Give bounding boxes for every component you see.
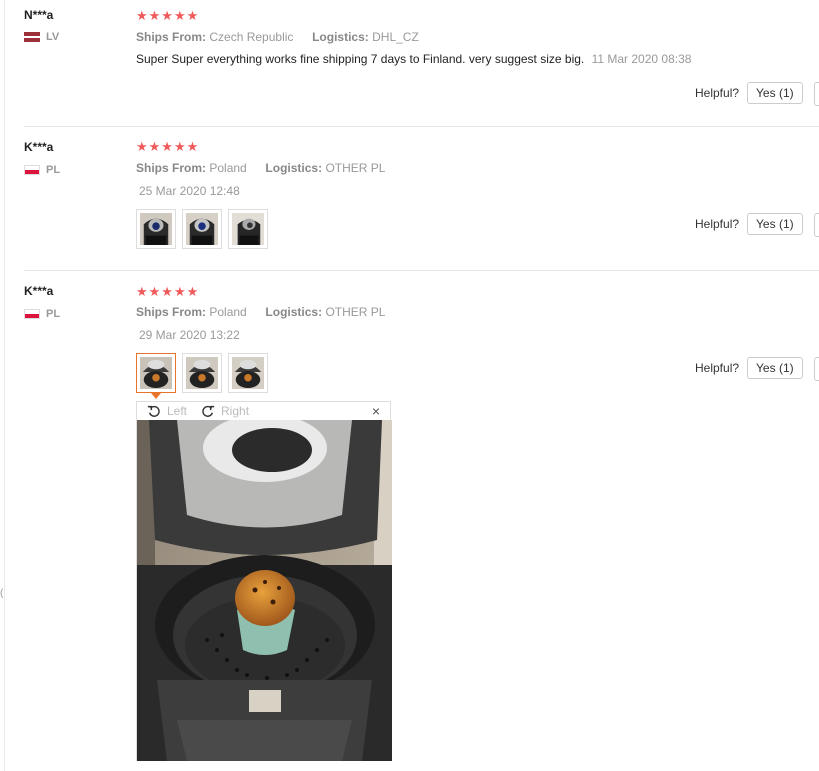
helpful-no-button[interactable] — [814, 357, 819, 381]
poland-flag-icon — [24, 309, 40, 319]
helpful-yes-button[interactable]: Yes (1) — [747, 213, 803, 235]
review-photos — [136, 209, 268, 249]
review-date: 25 Mar 2020 12:48 — [139, 184, 240, 198]
shipping-info: Ships From: Poland Logistics: OTHER PL — [136, 161, 385, 175]
latvia-flag-icon — [24, 32, 40, 42]
review-body: Super Super everything works fine shippi… — [136, 52, 691, 66]
rotate-right-label: Right — [221, 404, 250, 418]
logistics-label: Logistics: — [265, 161, 323, 175]
ships-from-label: Ships From: — [136, 161, 207, 175]
country-code: PL — [46, 164, 61, 176]
ships-from-value: Poland — [209, 305, 247, 319]
review-photo-thumbnail[interactable] — [228, 353, 268, 393]
helpful-yes-button[interactable]: Yes (1) — [747, 82, 803, 104]
rotate-left-icon — [147, 405, 160, 417]
helpful-section: Helpful? Yes (1) — [695, 357, 803, 379]
edge-glyph: ( — [0, 588, 4, 599]
reviewer-name: N***a — [24, 8, 54, 22]
star-rating: ★★★★★ — [136, 8, 200, 23]
review-photo-thumbnail[interactable] — [228, 209, 268, 249]
reviewer-name: K***a — [24, 140, 54, 154]
selected-indicator — [151, 393, 161, 399]
photo-viewer: Left Right × — [136, 401, 392, 761]
review-date: 11 Mar 2020 08:38 — [591, 52, 692, 66]
review-text: Super Super everything works fine shippi… — [136, 52, 585, 66]
helpful-section: Helpful? Yes (1) — [695, 213, 803, 235]
rotate-left-button[interactable]: Left — [147, 404, 187, 418]
reviewer-country: PL — [24, 308, 60, 320]
reviewer-name: K***a — [24, 284, 54, 298]
star-rating: ★★★★★ — [136, 284, 200, 299]
helpful-yes-button[interactable]: Yes (1) — [747, 357, 803, 379]
ships-from-label: Ships From: — [136, 305, 207, 319]
review-photo-thumbnail[interactable] — [136, 209, 176, 249]
logistics-value: DHL_CZ — [372, 30, 419, 44]
helpful-no-button[interactable] — [814, 82, 819, 106]
poland-flag-icon — [24, 165, 40, 175]
logistics-value: OTHER PL — [325, 161, 386, 175]
close-icon[interactable]: × — [372, 402, 380, 420]
review-photo-thumbnail-selected[interactable] — [136, 353, 176, 399]
helpful-label: Helpful? — [695, 361, 740, 375]
rotate-left-label: Left — [167, 404, 188, 418]
review-photos — [136, 353, 268, 399]
review-divider — [24, 126, 819, 127]
ships-from-value: Czech Republic — [209, 30, 294, 44]
left-border — [4, 0, 5, 771]
helpful-section: Helpful? Yes (1) — [695, 82, 803, 104]
reviewer-country: PL — [24, 164, 60, 176]
shipping-info: Ships From: Czech Republic Logistics: DH… — [136, 30, 419, 44]
review-divider — [24, 270, 819, 271]
helpful-label: Helpful? — [695, 86, 740, 100]
logistics-label: Logistics: — [265, 305, 323, 319]
shipping-info: Ships From: Poland Logistics: OTHER PL — [136, 305, 385, 319]
helpful-no-button[interactable] — [814, 213, 819, 237]
star-rating: ★★★★★ — [136, 139, 200, 154]
rotate-right-icon — [202, 405, 215, 417]
country-code: PL — [46, 308, 61, 320]
ships-from-value: Poland — [209, 161, 247, 175]
photo-viewer-toolbar: Left Right × — [137, 402, 390, 420]
review-photo-thumbnail[interactable] — [182, 353, 222, 393]
review-date: 29 Mar 2020 13:22 — [139, 328, 240, 342]
logistics-label: Logistics: — [312, 30, 369, 44]
reviewer-country: LV — [24, 31, 59, 43]
helpful-label: Helpful? — [695, 217, 740, 231]
ships-from-label: Ships From: — [136, 30, 207, 44]
enlarged-review-photo — [137, 420, 392, 761]
review-photo-thumbnail[interactable] — [182, 209, 222, 249]
logistics-value: OTHER PL — [325, 305, 386, 319]
rotate-right-button[interactable]: Right — [201, 404, 249, 418]
country-code: LV — [46, 31, 60, 43]
